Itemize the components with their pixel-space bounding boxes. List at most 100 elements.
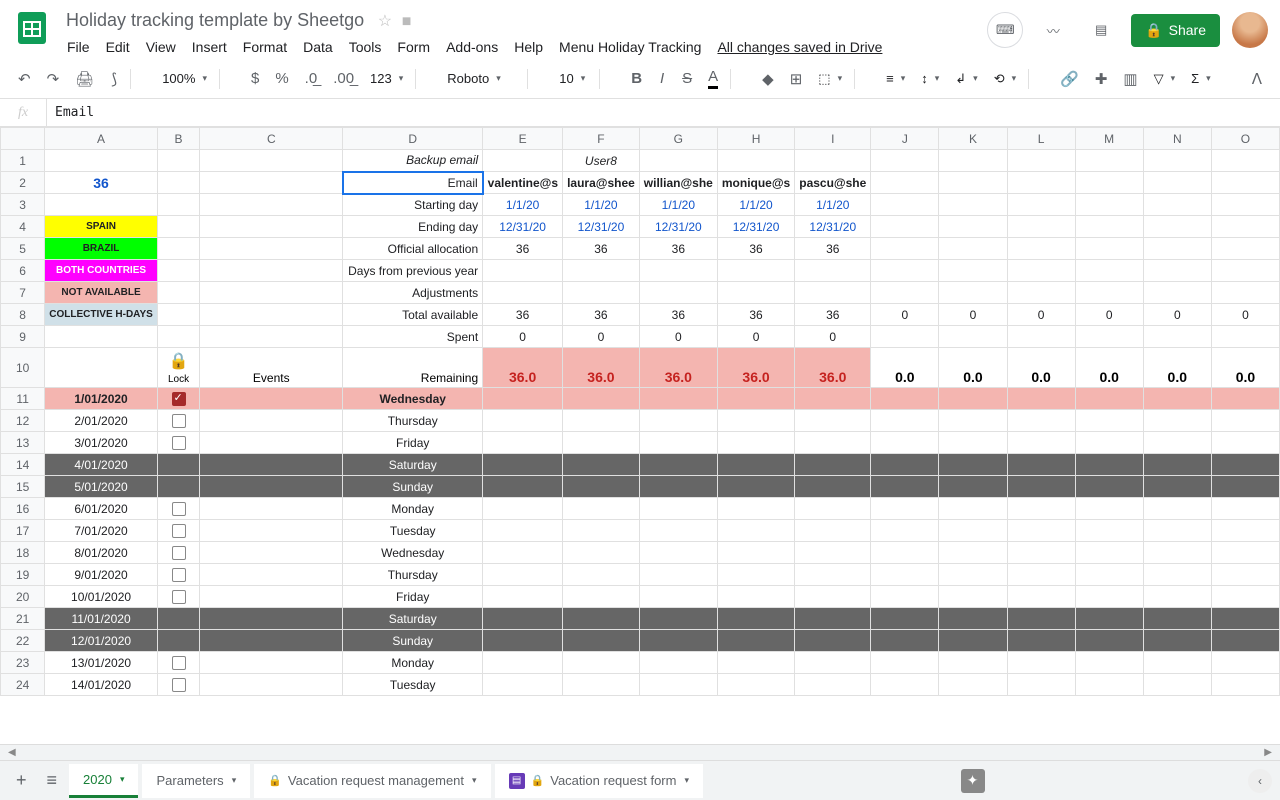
lock-checkbox[interactable]: [172, 678, 186, 692]
row-header-21[interactable]: 21: [1, 608, 45, 630]
menu-help[interactable]: Help: [507, 35, 550, 59]
col-header-D[interactable]: D: [343, 128, 483, 150]
sheet-tab-vacation-request-management[interactable]: 🔒Vacation request management▾: [254, 764, 490, 798]
scroll-right-icon[interactable]: ▶: [1260, 747, 1276, 758]
menu-form[interactable]: Form: [390, 35, 437, 59]
text-color-button[interactable]: A: [702, 64, 724, 93]
side-panel-toggle[interactable]: ‹: [1248, 769, 1272, 793]
fx-input[interactable]: Email: [47, 105, 1280, 120]
row-header-10[interactable]: 10: [1, 348, 45, 388]
col-header-B[interactable]: B: [157, 128, 199, 150]
scroll-left-icon[interactable]: ◀: [4, 747, 20, 758]
add-sheet-button[interactable]: +: [8, 764, 35, 797]
row-header-14[interactable]: 14: [1, 454, 45, 476]
link-button[interactable]: 🔗: [1054, 66, 1085, 92]
row-header-5[interactable]: 5: [1, 238, 45, 260]
row-header-2[interactable]: 2: [1, 172, 45, 194]
menu-insert[interactable]: Insert: [185, 35, 234, 59]
menu-edit[interactable]: Edit: [99, 35, 137, 59]
col-header-O[interactable]: O: [1211, 128, 1279, 150]
col-header-I[interactable]: I: [795, 128, 871, 150]
row-header-17[interactable]: 17: [1, 520, 45, 542]
collapse-toolbar-button[interactable]: ᐱ: [1246, 66, 1268, 92]
row-header-13[interactable]: 13: [1, 432, 45, 454]
row-header-7[interactable]: 7: [1, 282, 45, 304]
accessibility-icon[interactable]: ⌨: [987, 12, 1023, 48]
undo-button[interactable]: ↶: [12, 66, 37, 92]
h-align-button[interactable]: ≡: [880, 67, 911, 90]
menu-view[interactable]: View: [139, 35, 183, 59]
lock-checkbox[interactable]: [172, 590, 186, 604]
save-status[interactable]: All changes saved in Drive: [710, 35, 889, 59]
explore-button[interactable]: ✦: [961, 769, 985, 793]
row-header-20[interactable]: 20: [1, 586, 45, 608]
share-button[interactable]: 🔒Share: [1131, 14, 1220, 47]
row-header-15[interactable]: 15: [1, 476, 45, 498]
menu-format[interactable]: Format: [236, 35, 294, 59]
lock-checkbox[interactable]: [172, 392, 186, 406]
italic-button[interactable]: I: [652, 66, 672, 91]
comments-icon[interactable]: ▤: [1083, 12, 1119, 48]
lock-checkbox[interactable]: [172, 568, 186, 582]
filter-button[interactable]: ▽: [1148, 67, 1182, 91]
lock-checkbox[interactable]: [172, 436, 186, 450]
col-header-H[interactable]: H: [717, 128, 794, 150]
lock-checkbox[interactable]: [172, 546, 186, 560]
sheet-tab-parameters[interactable]: Parameters▾: [142, 764, 250, 798]
row-header-3[interactable]: 3: [1, 194, 45, 216]
menu-tools[interactable]: Tools: [342, 35, 389, 59]
font-select[interactable]: Roboto: [441, 67, 521, 90]
col-header-F[interactable]: F: [563, 128, 640, 150]
font-size-select[interactable]: 10: [553, 67, 593, 90]
paint-format-button[interactable]: ⟆: [104, 66, 124, 92]
chart-button[interactable]: ▥: [1117, 66, 1143, 92]
merge-button[interactable]: ⬚: [812, 67, 848, 91]
currency-button[interactable]: $: [245, 66, 265, 91]
row-header-6[interactable]: 6: [1, 260, 45, 282]
strike-button[interactable]: S: [676, 66, 698, 91]
number-format-select[interactable]: 123: [364, 67, 409, 90]
all-sheets-button[interactable]: ≡: [39, 764, 66, 797]
borders-button[interactable]: ⊞: [784, 66, 809, 92]
col-header-L[interactable]: L: [1007, 128, 1075, 150]
col-header-G[interactable]: G: [639, 128, 717, 150]
col-header-N[interactable]: N: [1143, 128, 1211, 150]
folder-icon[interactable]: ■: [402, 13, 412, 30]
h-scrollbar[interactable]: ◀ ▶: [0, 744, 1280, 760]
redo-button[interactable]: ↷: [41, 66, 66, 92]
increase-decimal-button[interactable]: .00̲: [327, 66, 360, 91]
row-header-8[interactable]: 8: [1, 304, 45, 326]
row-header-12[interactable]: 12: [1, 410, 45, 432]
bold-button[interactable]: B: [625, 66, 648, 91]
sheet-tab-vacation-request-form[interactable]: ▤🔒Vacation request form▾: [495, 764, 703, 798]
row-header-22[interactable]: 22: [1, 630, 45, 652]
row-header-16[interactable]: 16: [1, 498, 45, 520]
activity-icon[interactable]: 〰: [1035, 12, 1071, 48]
functions-button[interactable]: Σ: [1185, 67, 1217, 90]
lock-checkbox[interactable]: [172, 414, 186, 428]
col-header-corner[interactable]: [1, 128, 45, 150]
lock-checkbox[interactable]: [172, 502, 186, 516]
menu-data[interactable]: Data: [296, 35, 340, 59]
row-header-23[interactable]: 23: [1, 652, 45, 674]
rotate-button[interactable]: ⟲: [988, 67, 1022, 91]
col-header-E[interactable]: E: [483, 128, 563, 150]
lock-checkbox[interactable]: [172, 656, 186, 670]
v-align-button[interactable]: ↕: [915, 67, 945, 90]
col-header-K[interactable]: K: [939, 128, 1007, 150]
row-header-18[interactable]: 18: [1, 542, 45, 564]
fill-color-button[interactable]: ◆: [756, 66, 780, 92]
zoom-select[interactable]: 100%: [156, 67, 213, 90]
doc-title[interactable]: Holiday tracking template by Sheetgo: [60, 8, 370, 33]
lock-checkbox[interactable]: [172, 524, 186, 538]
row-header-24[interactable]: 24: [1, 674, 45, 696]
print-button[interactable]: 🖨: [69, 66, 100, 92]
decrease-decimal-button[interactable]: .0̲: [299, 66, 324, 91]
row-header-19[interactable]: 19: [1, 564, 45, 586]
menu-menu-holiday-tracking[interactable]: Menu Holiday Tracking: [552, 35, 708, 59]
percent-button[interactable]: %: [269, 66, 294, 91]
grid[interactable]: ABCDEFGHIJKLMNO1Backup emailUser8236Emai…: [0, 127, 1280, 744]
sheets-logo[interactable]: [12, 8, 52, 48]
row-header-4[interactable]: 4: [1, 216, 45, 238]
row-header-9[interactable]: 9: [1, 326, 45, 348]
